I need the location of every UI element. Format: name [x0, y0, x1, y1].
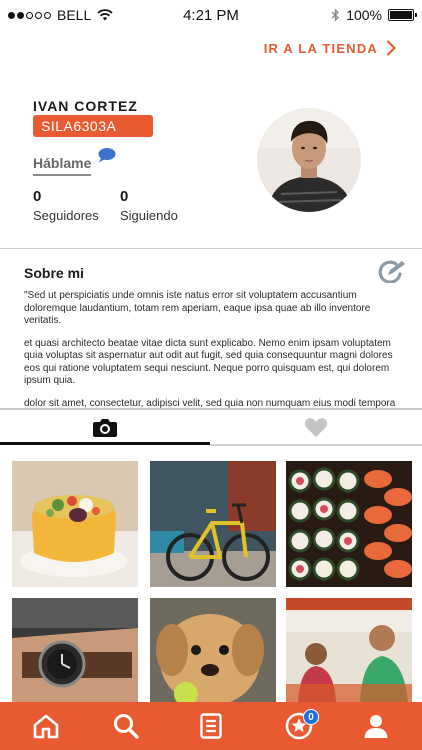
- nav-favorites[interactable]: [269, 702, 329, 750]
- photo-thumbnail[interactable]: [150, 461, 276, 587]
- photo-thumbnail[interactable]: [150, 598, 276, 702]
- following-stat[interactable]: 0 Siguiendo: [120, 188, 178, 223]
- active-tab-indicator: [0, 442, 210, 445]
- battery-icon: [388, 9, 417, 21]
- about-title: Sobre mi: [24, 265, 84, 281]
- bottom-nav: [0, 702, 422, 750]
- profile-icon: [364, 715, 388, 738]
- about-text: "Sed ut perspiciatis unde omnis iste nat…: [24, 290, 408, 420]
- bluetooth-icon: [331, 8, 340, 22]
- photo-thumbnail[interactable]: [12, 598, 138, 702]
- go-to-store-label: IR A LA TIENDA: [263, 40, 378, 56]
- following-count: 0: [120, 188, 129, 205]
- battery-percent: 100%: [346, 7, 382, 23]
- profile-name: IVAN CORTEZ: [33, 98, 138, 114]
- profile-divider: [0, 248, 422, 249]
- watch-photo: [12, 598, 138, 702]
- photo-thumbnail[interactable]: [12, 461, 138, 587]
- following-label: Siguiendo: [120, 208, 178, 223]
- status-left: BELL: [8, 7, 113, 23]
- nav-list[interactable]: [181, 702, 241, 750]
- avatar[interactable]: [257, 108, 361, 212]
- avatar-photo: [257, 108, 361, 212]
- tab-photos[interactable]: [0, 410, 210, 445]
- search-icon: [114, 714, 139, 739]
- inactive-tab-line: [210, 444, 422, 446]
- go-to-store-link[interactable]: IR A LA TIENDA: [264, 40, 396, 56]
- nav-home[interactable]: [16, 702, 76, 750]
- food-photo: [12, 461, 138, 587]
- puppy-photo: [150, 598, 276, 702]
- profile-code-badge: SILA6303A: [33, 115, 153, 137]
- notification-badge: 0: [303, 709, 319, 725]
- tab-favorites[interactable]: [210, 410, 422, 445]
- bicycle-photo: [150, 461, 276, 587]
- photo-thumbnail[interactable]: [286, 598, 412, 702]
- followers-label: Seguidores: [33, 208, 99, 223]
- sushi-photo: [286, 461, 412, 587]
- photo-thumbnail[interactable]: [286, 461, 412, 587]
- chat-bubble-icon: [98, 148, 116, 163]
- gallery-tabs: [0, 410, 422, 445]
- wifi-icon: [97, 9, 113, 21]
- followers-count: 0: [33, 188, 42, 205]
- about-paragraph: et quasi architecto beatae vitae dicta s…: [24, 337, 393, 387]
- nav-profile[interactable]: [346, 702, 406, 750]
- about-paragraph: "Sed ut perspiciatis unde omnis iste nat…: [24, 290, 371, 326]
- battery-level-fill: [390, 11, 412, 19]
- nav-search[interactable]: [96, 702, 156, 750]
- heart-icon: [304, 418, 328, 437]
- chat-link[interactable]: Háblame: [33, 155, 92, 176]
- followers-stat[interactable]: 0 Seguidores: [33, 188, 99, 223]
- status-right: 100%: [331, 7, 417, 23]
- status-bar: BELL 4:21 PM 100%: [0, 0, 422, 30]
- list-icon: [200, 713, 222, 739]
- carrier-label: BELL: [57, 7, 92, 23]
- camera-icon: [93, 418, 117, 437]
- signal-icon: [8, 11, 51, 19]
- market-photo: [286, 598, 412, 702]
- home-icon: [33, 714, 59, 739]
- edit-icon[interactable]: [376, 259, 408, 283]
- chevron-right-icon: [386, 40, 396, 56]
